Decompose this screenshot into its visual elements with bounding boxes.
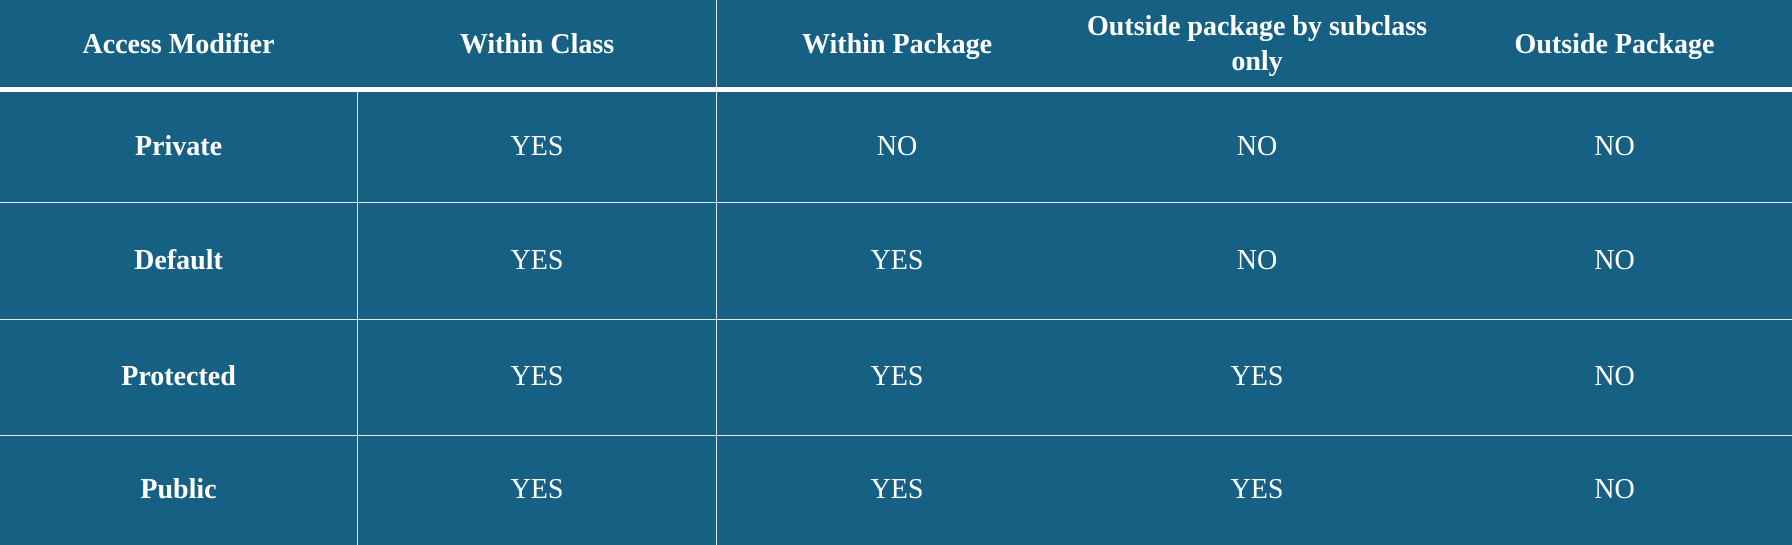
- table-cell: NO: [1594, 361, 1635, 392]
- row-label-private: Private: [134, 131, 223, 162]
- header-within-package: Within Package: [801, 28, 993, 60]
- table-cell: YES: [870, 361, 924, 392]
- row-divider: [0, 202, 1792, 203]
- row-divider: [0, 435, 1792, 436]
- column-divider: [716, 0, 717, 545]
- header-within-class: Within Class: [459, 28, 615, 60]
- table-row: Public YES YES YES NO: [0, 435, 1792, 545]
- table-cell: NO: [1594, 244, 1635, 276]
- row-label-public: Public: [140, 474, 217, 505]
- table-cell: NO: [1594, 474, 1635, 505]
- row-label-protected: Protected: [121, 361, 236, 392]
- table-cell: YES: [510, 474, 564, 505]
- header-access-modifier: Access Modifier: [82, 28, 275, 60]
- table-header-row: Access Modifier Within Class Within Pack…: [0, 0, 1792, 88]
- header-outside-package: Outside Package: [1514, 28, 1715, 60]
- table-cell: YES: [1230, 361, 1284, 392]
- table-cell: YES: [510, 361, 564, 392]
- table-row: Protected YES YES YES NO: [0, 319, 1792, 435]
- table-cell: YES: [870, 474, 924, 505]
- table-cell: NO: [1594, 131, 1635, 162]
- table-cell: YES: [510, 131, 564, 162]
- row-label-default: Default: [134, 244, 223, 276]
- table-cell: YES: [510, 244, 564, 276]
- table-row: Default YES YES NO NO: [0, 202, 1792, 319]
- table-cell: YES: [870, 244, 924, 276]
- table-row: Private YES NO NO NO: [0, 92, 1792, 202]
- header-outside-package-subclass: Outside package by subclass only: [1087, 11, 1427, 77]
- access-modifier-table: Access Modifier Within Class Within Pack…: [0, 0, 1792, 545]
- table-cell: YES: [1230, 474, 1284, 505]
- table-cell: NO: [1236, 131, 1278, 162]
- row-divider: [0, 319, 1792, 320]
- table-cell: NO: [876, 131, 918, 162]
- column-divider: [357, 92, 358, 545]
- table-cell: NO: [1236, 244, 1278, 276]
